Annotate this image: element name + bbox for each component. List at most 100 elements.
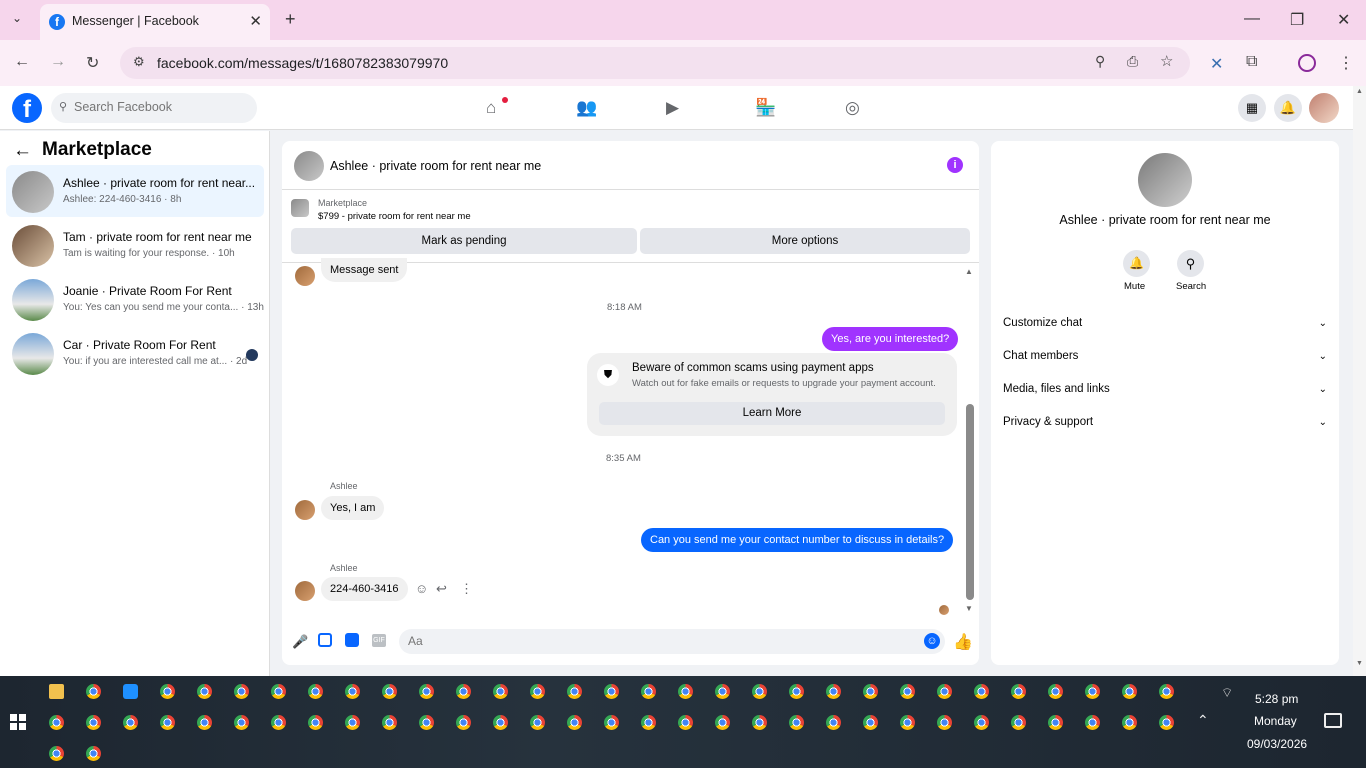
install-icon[interactable]: ⎙ bbox=[1127, 53, 1138, 70]
chrome-icon[interactable] bbox=[49, 746, 64, 761]
clock-date[interactable]: 09/03/2026 bbox=[1247, 737, 1307, 751]
chrome-icon[interactable] bbox=[197, 715, 212, 730]
section-customize-chat[interactable]: Customize chat ⌄ bbox=[1003, 317, 1327, 329]
chrome-icon[interactable] bbox=[530, 715, 545, 730]
file-explorer-icon[interactable] bbox=[49, 684, 64, 699]
chrome-icon[interactable] bbox=[604, 684, 619, 699]
video-icon[interactable]: ▶ bbox=[666, 98, 679, 118]
facebook-logo[interactable]: f bbox=[12, 93, 42, 123]
back-arrow-icon[interactable]: ← bbox=[13, 140, 32, 162]
facebook-search[interactable]: ⚲ bbox=[51, 93, 257, 123]
chrome-icon[interactable] bbox=[493, 684, 508, 699]
chrome-icon[interactable] bbox=[567, 684, 582, 699]
chrome-icon[interactable] bbox=[271, 684, 286, 699]
windows-start-icon[interactable] bbox=[10, 714, 26, 730]
restore-icon[interactable]: ❐ bbox=[1290, 10, 1304, 30]
chrome-icon[interactable] bbox=[826, 684, 841, 699]
marketplace-icon[interactable]: 🏪 bbox=[755, 98, 776, 118]
chrome-icon[interactable] bbox=[1048, 715, 1063, 730]
chrome-icon[interactable] bbox=[752, 684, 767, 699]
sticker-icon[interactable] bbox=[345, 633, 359, 647]
zoom-icon[interactable]: ⚲ bbox=[1095, 53, 1105, 70]
gif-icon[interactable]: GIF bbox=[372, 634, 386, 647]
section-media-files[interactable]: Media, files and links ⌄ bbox=[1003, 383, 1327, 395]
chrome-icon[interactable] bbox=[234, 684, 249, 699]
extensions-puzzle-icon[interactable]: ⧉ bbox=[1246, 53, 1257, 71]
profile-avatar[interactable] bbox=[1138, 153, 1192, 207]
home-icon[interactable]: ⌂ bbox=[486, 98, 496, 118]
chrome-icon[interactable] bbox=[1048, 684, 1063, 699]
tab-search-icon[interactable]: ⌄ bbox=[12, 11, 22, 25]
friends-icon[interactable]: 👥 bbox=[576, 98, 597, 118]
profile-icon[interactable] bbox=[1298, 54, 1316, 72]
chrome-icon[interactable] bbox=[1159, 684, 1174, 699]
chrome-icon[interactable] bbox=[567, 715, 582, 730]
tab-close-icon[interactable]: ✕ bbox=[249, 12, 262, 30]
network-icon[interactable]: ⌔ bbox=[1221, 685, 1233, 701]
listing-title[interactable]: $799 - private room for rent near me bbox=[318, 211, 471, 222]
site-info-icon[interactable]: ⚙ bbox=[133, 54, 145, 70]
emoji-icon[interactable]: ☺ bbox=[924, 633, 940, 649]
section-privacy-support[interactable]: Privacy & support ⌄ bbox=[1003, 416, 1327, 428]
info-icon[interactable]: i bbox=[947, 157, 963, 173]
chrome-icon[interactable] bbox=[1122, 715, 1137, 730]
chrome-icon[interactable] bbox=[678, 715, 693, 730]
more-options-button[interactable]: More options bbox=[640, 228, 970, 254]
chrome-icon[interactable] bbox=[271, 715, 286, 730]
chrome-icon[interactable] bbox=[1085, 684, 1100, 699]
chrome-icon[interactable] bbox=[974, 715, 989, 730]
chrome-icon[interactable] bbox=[1122, 684, 1137, 699]
facebook-search-input[interactable] bbox=[74, 100, 244, 114]
chrome-icon[interactable] bbox=[234, 715, 249, 730]
chrome-icon[interactable] bbox=[419, 684, 434, 699]
chrome-icon[interactable] bbox=[86, 746, 101, 761]
chrome-icon[interactable] bbox=[937, 715, 952, 730]
chrome-icon[interactable] bbox=[345, 715, 360, 730]
conversation-item[interactable]: Tam · private room for rent near me Tam … bbox=[6, 219, 264, 271]
extension-icon[interactable]: ✕ bbox=[1210, 54, 1223, 74]
account-avatar[interactable] bbox=[1309, 93, 1339, 123]
reply-icon[interactable]: ↩ bbox=[436, 581, 447, 597]
chrome-icon[interactable] bbox=[974, 684, 989, 699]
notification-center-icon[interactable] bbox=[1324, 713, 1342, 728]
chat-title[interactable]: Ashlee · private room for rent near me bbox=[330, 159, 541, 173]
chrome-icon[interactable] bbox=[419, 715, 434, 730]
window-close-icon[interactable]: ✕ bbox=[1337, 10, 1350, 30]
chrome-icon[interactable] bbox=[530, 684, 545, 699]
chrome-icon[interactable] bbox=[1159, 715, 1174, 730]
chrome-icon[interactable] bbox=[197, 684, 212, 699]
chrome-icon[interactable] bbox=[789, 684, 804, 699]
back-icon[interactable]: ← bbox=[14, 53, 30, 71]
bookmark-star-icon[interactable]: ☆ bbox=[1160, 52, 1173, 70]
chrome-icon[interactable] bbox=[1011, 715, 1026, 730]
clock-time[interactable]: 5:28 pm bbox=[1255, 692, 1298, 706]
incoming-message[interactable]: Yes, I am bbox=[321, 496, 385, 520]
chrome-icon[interactable] bbox=[715, 715, 730, 730]
chrome-icon[interactable] bbox=[308, 684, 323, 699]
chrome-icon[interactable] bbox=[86, 684, 101, 699]
scroll-down-icon[interactable]: ▼ bbox=[1356, 660, 1363, 667]
conversation-item[interactable]: Car · Private Room For Rent You: if you … bbox=[6, 327, 264, 379]
chrome-icon[interactable] bbox=[123, 715, 138, 730]
browser-tab[interactable]: f Messenger | Facebook ✕ bbox=[40, 4, 270, 40]
chrome-icon[interactable] bbox=[308, 715, 323, 730]
new-tab-button[interactable]: + bbox=[285, 9, 296, 30]
chrome-icon[interactable] bbox=[752, 715, 767, 730]
scroll-up-icon[interactable]: ▲ bbox=[1356, 88, 1363, 95]
chrome-icon[interactable] bbox=[826, 715, 841, 730]
chrome-icon[interactable] bbox=[641, 715, 656, 730]
forward-icon[interactable]: → bbox=[50, 53, 66, 71]
chrome-icon[interactable] bbox=[49, 715, 64, 730]
chrome-icon[interactable] bbox=[863, 715, 878, 730]
chrome-menu-icon[interactable]: ⋮ bbox=[1338, 53, 1354, 73]
message-composer[interactable]: ☺ bbox=[399, 629, 945, 654]
react-icon[interactable]: ☺ bbox=[415, 581, 428, 596]
chrome-icon[interactable] bbox=[160, 715, 175, 730]
chrome-icon[interactable] bbox=[789, 715, 804, 730]
microphone-icon[interactable]: 🎤 bbox=[292, 634, 308, 650]
chrome-icon[interactable] bbox=[382, 684, 397, 699]
minimize-icon[interactable]: — bbox=[1244, 10, 1260, 28]
section-chat-members[interactable]: Chat members ⌄ bbox=[1003, 350, 1327, 362]
learn-more-button[interactable]: Learn More bbox=[599, 402, 945, 425]
chrome-icon[interactable] bbox=[160, 684, 175, 699]
